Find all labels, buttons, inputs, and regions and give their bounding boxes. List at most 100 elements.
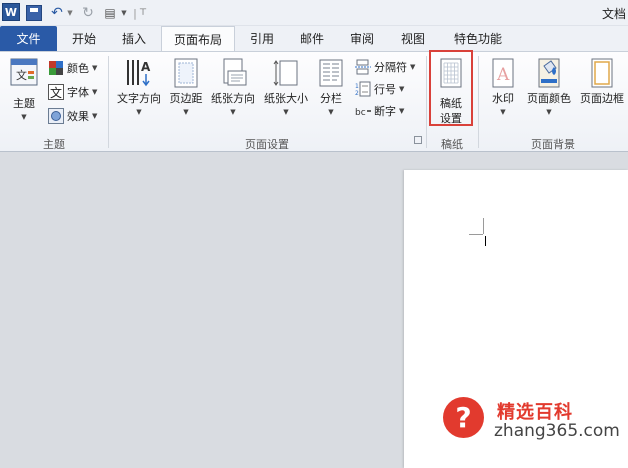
hyphenation-icon: bc bbox=[355, 103, 371, 119]
margin-corner-mark bbox=[469, 234, 483, 235]
manuscript-highlight-box bbox=[429, 50, 473, 126]
theme-effects-dropdown-icon: ▼ bbox=[92, 112, 98, 120]
group-divider bbox=[478, 56, 479, 148]
theme-effects-button[interactable]: 效果 ▼ bbox=[48, 106, 97, 126]
orientation-label: 纸张方向 bbox=[211, 92, 255, 105]
text-direction-icon: A bbox=[124, 57, 154, 89]
page-setup-group-label: 页面设置 bbox=[245, 138, 289, 151]
theme-colors-icon bbox=[48, 60, 64, 76]
themes-label: 主题 bbox=[13, 97, 35, 110]
breaks-icon bbox=[355, 59, 371, 75]
tab-special-features[interactable]: 特色功能 bbox=[445, 26, 511, 51]
theme-fonts-dropdown-icon: ▼ bbox=[92, 88, 98, 96]
themes-dropdown-icon: ▼ bbox=[21, 113, 27, 121]
line-numbers-icon: 12 bbox=[355, 81, 371, 97]
watermark-button[interactable]: A 水印 ▼ bbox=[484, 56, 522, 130]
line-numbers-dropdown-icon: ▼ bbox=[399, 85, 405, 93]
document-title: 文档 bbox=[601, 7, 626, 21]
tab-view[interactable]: 视图 bbox=[391, 26, 435, 51]
page-borders-label: 页面边框 bbox=[580, 92, 624, 105]
print-dropdown-icon[interactable]: ▼ bbox=[120, 3, 128, 23]
tab-mailings[interactable]: 邮件 bbox=[290, 26, 334, 51]
columns-icon bbox=[316, 57, 346, 89]
page-setup-dialog-launcher-icon[interactable] bbox=[414, 136, 422, 144]
tab-review[interactable]: 审阅 bbox=[340, 26, 384, 51]
customize-toolbar-icon[interactable]: ⊤ bbox=[138, 3, 148, 23]
orientation-button[interactable]: 纸张方向 ▼ bbox=[207, 56, 259, 130]
svg-text:文: 文 bbox=[50, 85, 62, 100]
theme-fonts-icon: 文 bbox=[48, 84, 64, 100]
theme-group-label: 主题 bbox=[43, 138, 65, 151]
theme-fonts-label: 字体 bbox=[67, 86, 89, 99]
page-color-button[interactable]: 页面颜色 ▼ bbox=[523, 56, 575, 130]
page-color-label: 页面颜色 bbox=[527, 92, 571, 105]
hyphenation-dropdown-icon: ▼ bbox=[399, 107, 405, 115]
tab-page-layout[interactable]: 页面布局 bbox=[161, 26, 235, 52]
theme-colors-dropdown-icon: ▼ bbox=[92, 64, 98, 72]
line-numbers-label: 行号 bbox=[374, 83, 396, 96]
watermark-dropdown-icon: ▼ bbox=[500, 108, 506, 116]
hyphenation-label: 断字 bbox=[374, 105, 396, 118]
orientation-icon bbox=[218, 57, 248, 89]
page-color-icon bbox=[534, 57, 564, 89]
page-color-dropdown-icon: ▼ bbox=[546, 108, 552, 116]
tab-file[interactable]: 文件 bbox=[0, 26, 57, 51]
undo-dropdown-icon[interactable]: ▼ bbox=[66, 3, 74, 23]
breaks-dropdown-icon: ▼ bbox=[410, 63, 416, 71]
svg-text:2: 2 bbox=[355, 90, 359, 97]
margins-button[interactable]: 页边距 ▼ bbox=[166, 56, 206, 130]
margin-corner-mark bbox=[483, 218, 484, 234]
themes-icon: 文 bbox=[9, 57, 39, 89]
theme-fonts-button[interactable]: 文 字体 ▼ bbox=[48, 82, 97, 102]
text-cursor bbox=[485, 236, 486, 246]
title-bar: W ↶ ▼ ↻ ▤ ▼ | ⊤ 文档 bbox=[0, 0, 628, 26]
line-numbers-button[interactable]: 12 行号 ▼ bbox=[355, 79, 404, 99]
save-icon[interactable] bbox=[26, 5, 42, 21]
svg-text:A: A bbox=[141, 60, 151, 74]
svg-text:文: 文 bbox=[16, 68, 27, 82]
margins-dropdown-icon: ▼ bbox=[183, 108, 189, 116]
group-divider bbox=[108, 56, 109, 148]
tab-references[interactable]: 引用 bbox=[240, 26, 284, 51]
print-preview-icon[interactable]: ▤ bbox=[100, 3, 120, 23]
page-background-group-label: 页面背景 bbox=[531, 138, 575, 151]
theme-colors-button[interactable]: 颜色 ▼ bbox=[48, 58, 97, 78]
theme-colors-label: 颜色 bbox=[67, 62, 89, 75]
theme-effects-label: 效果 bbox=[67, 110, 89, 123]
watermark-label: 水印 bbox=[492, 92, 514, 105]
size-label: 纸张大小 bbox=[264, 92, 308, 105]
breaks-label: 分隔符 bbox=[374, 61, 407, 74]
svg-text:bc: bc bbox=[355, 108, 366, 118]
svg-text:1: 1 bbox=[355, 83, 359, 90]
margins-label: 页边距 bbox=[169, 92, 203, 105]
themes-button[interactable]: 文 主题 ▼ bbox=[4, 56, 44, 130]
manuscript-group-label: 稿纸 bbox=[441, 138, 463, 151]
word-logo-icon[interactable]: W bbox=[2, 3, 20, 21]
tab-home[interactable]: 开始 bbox=[62, 26, 106, 51]
undo-icon[interactable]: ↶ bbox=[47, 3, 67, 23]
size-dropdown-icon: ▼ bbox=[283, 108, 289, 116]
text-direction-dropdown-icon: ▼ bbox=[136, 108, 142, 116]
watermark-icon: A bbox=[488, 57, 518, 89]
orientation-dropdown-icon: ▼ bbox=[230, 108, 236, 116]
columns-label: 分栏 bbox=[320, 92, 342, 105]
text-direction-label: 文字方向 bbox=[117, 92, 161, 105]
watermark-logo-icon: ? bbox=[443, 397, 484, 438]
margins-icon bbox=[171, 57, 201, 89]
page-borders-icon bbox=[587, 57, 617, 89]
redo-icon[interactable]: ↻ bbox=[78, 3, 98, 23]
columns-button[interactable]: 分栏 ▼ bbox=[313, 56, 349, 130]
ribbon-tabs: 文件 开始 插入 页面布局 引用 邮件 审阅 视图 特色功能 bbox=[0, 26, 628, 52]
breaks-button[interactable]: 分隔符 ▼ bbox=[355, 57, 415, 77]
hyphenation-button[interactable]: bc 断字 ▼ bbox=[355, 101, 404, 121]
paper-size-icon bbox=[271, 57, 301, 89]
columns-dropdown-icon: ▼ bbox=[328, 108, 334, 116]
group-divider bbox=[426, 56, 427, 148]
theme-effects-icon bbox=[48, 108, 64, 124]
size-button[interactable]: 纸张大小 ▼ bbox=[260, 56, 312, 130]
watermark-site: zhang365.com bbox=[494, 421, 620, 441]
tab-insert[interactable]: 插入 bbox=[112, 26, 156, 51]
page-borders-button[interactable]: 页面边框 bbox=[576, 56, 628, 130]
svg-text:A: A bbox=[496, 65, 510, 85]
text-direction-button[interactable]: A 文字方向 ▼ bbox=[113, 56, 165, 130]
